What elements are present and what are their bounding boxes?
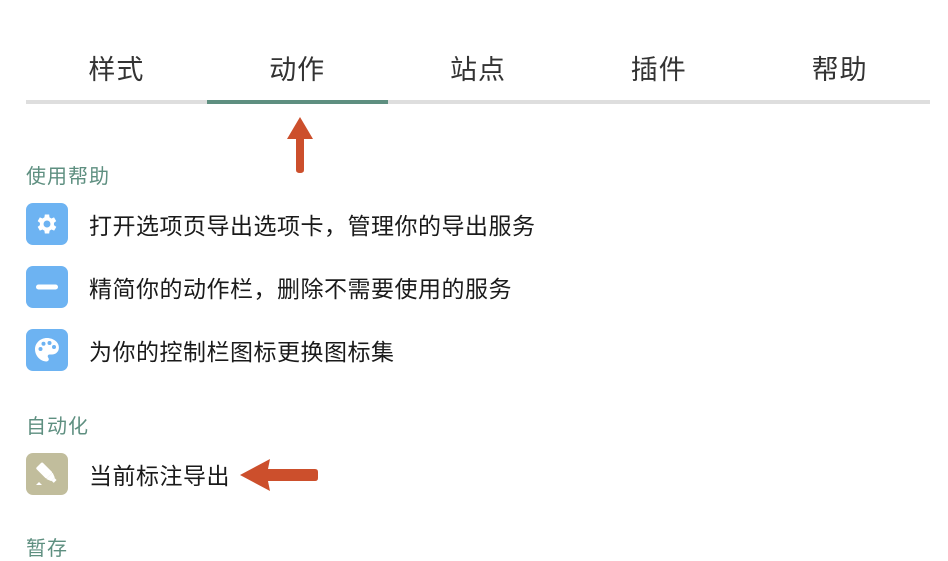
gear-icon xyxy=(26,203,68,245)
section-title-help: 使用帮助 xyxy=(26,164,110,188)
help-item-label: 为你的控制栏图标更换图标集 xyxy=(89,340,395,366)
help-item-icon-set[interactable]: 为你的控制栏图标更换图标集 xyxy=(26,328,395,372)
automation-item-export-current-annotation[interactable]: 当前标注导出 xyxy=(26,452,230,496)
help-item-label: 精简你的动作栏，删除不需要使用的服务 xyxy=(89,277,512,303)
highlighter-icon xyxy=(26,453,68,495)
annotation-arrow-up xyxy=(287,117,313,173)
tab-style[interactable]: 样式 xyxy=(26,34,207,100)
tab-sites[interactable]: 站点 xyxy=(388,34,569,100)
palette-icon xyxy=(26,329,68,371)
section-title-next: 暂存 xyxy=(26,536,68,560)
section-title-automation: 自动化 xyxy=(26,414,89,438)
annotation-arrow-left xyxy=(240,459,318,491)
help-item-trim-actions[interactable]: 精简你的动作栏，删除不需要使用的服务 xyxy=(26,265,512,309)
tab-bar: 样式 动作 站点 插件 帮助 xyxy=(26,34,930,104)
active-tab-indicator xyxy=(206,100,388,104)
minus-icon xyxy=(26,266,68,308)
tab-track xyxy=(26,100,930,104)
help-item-label: 打开选项页导出选项卡，管理你的导出服务 xyxy=(89,214,536,240)
tab-help[interactable]: 帮助 xyxy=(749,34,930,100)
tab-actions[interactable]: 动作 xyxy=(207,34,388,100)
tab-plugins[interactable]: 插件 xyxy=(568,34,749,100)
tabs: 样式 动作 站点 插件 帮助 xyxy=(26,34,930,100)
automation-item-label: 当前标注导出 xyxy=(89,464,230,490)
help-item-manage-export[interactable]: 打开选项页导出选项卡，管理你的导出服务 xyxy=(26,202,536,246)
